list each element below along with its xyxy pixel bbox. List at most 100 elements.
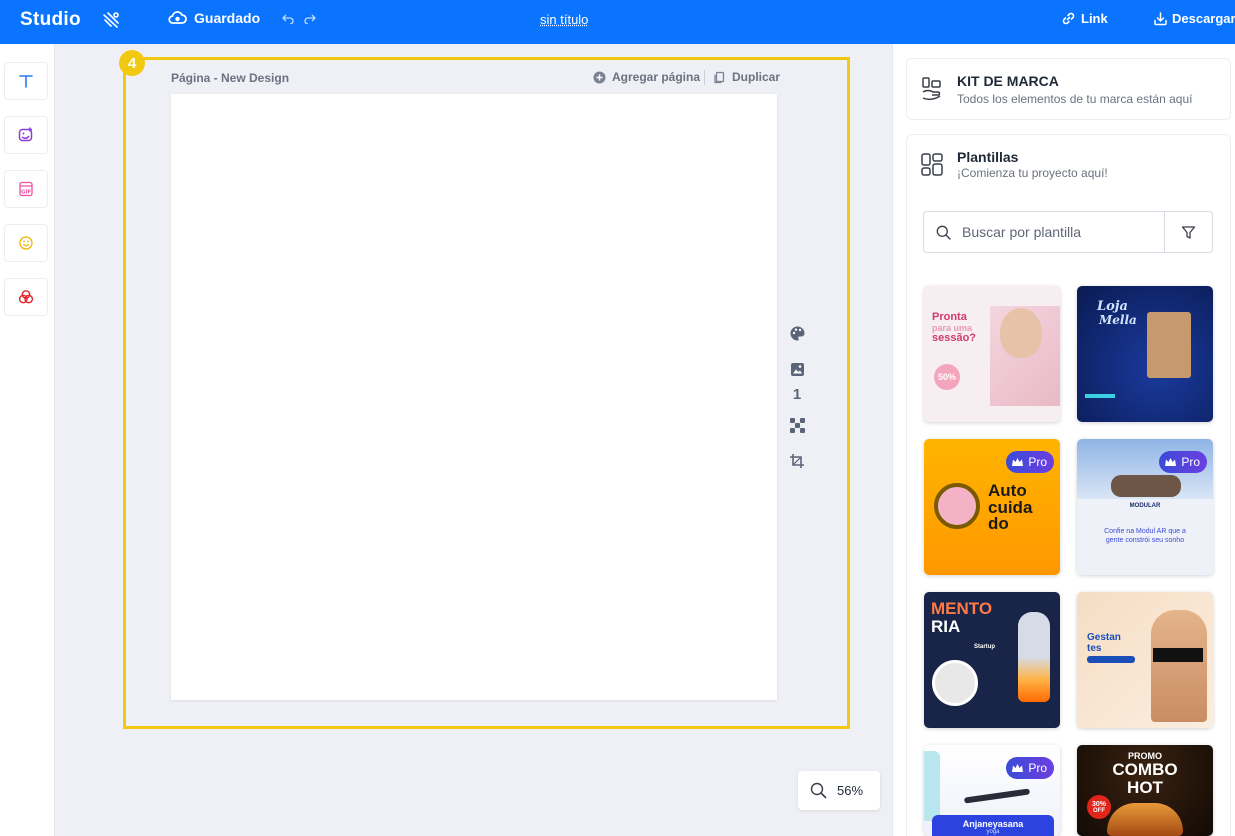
image-tool-button[interactable] <box>4 116 48 154</box>
template-text: MODULAR <box>1077 503 1213 510</box>
template-thumbnail[interactable]: Auto cuida do Pro <box>924 439 1060 575</box>
template-text: Pronta <box>932 312 967 323</box>
crop-icon <box>789 453 805 469</box>
template-thumbnail[interactable]: MENTO RIA Startup <box>924 592 1060 728</box>
zoom-control[interactable]: 56% <box>798 771 880 810</box>
copy-icon <box>713 71 726 84</box>
redo-icon[interactable] <box>304 12 316 24</box>
cloud-saved-icon <box>168 10 187 26</box>
template-text: COMBO <box>1077 761 1213 779</box>
crown-icon <box>1164 457 1177 467</box>
link-button[interactable]: Link <box>1062 11 1108 26</box>
yoga-figure-shape <box>964 788 1030 803</box>
design-page-canvas[interactable] <box>171 94 777 700</box>
template-text: Anjaneyasana <box>932 819 1054 829</box>
palette-icon <box>789 325 806 342</box>
link-label: Link <box>1081 11 1108 26</box>
pro-badge-label: Pro <box>1028 455 1047 469</box>
document-title[interactable]: sin título <box>540 12 588 27</box>
plus-circle-icon <box>593 71 606 84</box>
discount-badge: 30% OFF <box>1087 795 1111 819</box>
add-page-button[interactable]: Agregar página <box>593 70 700 84</box>
crop-button[interactable] <box>786 450 808 472</box>
right-panel: KIT DE MARCA Todos los elementos de tu m… <box>892 44 1235 836</box>
filter-icon <box>1181 225 1196 240</box>
template-thumbnail[interactable]: Gestan tes <box>1077 592 1213 728</box>
burger-illustration <box>1107 803 1183 836</box>
grid-dots-icon <box>789 417 806 434</box>
arrange-button[interactable] <box>786 414 808 436</box>
background-image-button[interactable] <box>786 358 808 380</box>
left-toolbar: GIF <box>0 44 55 836</box>
brand-kit-card[interactable]: KIT DE MARCA Todos los elementos de tu m… <box>906 58 1231 120</box>
top-garment-shape <box>1153 648 1203 662</box>
template-search <box>923 211 1213 253</box>
template-text: RIA <box>931 618 960 635</box>
page-label[interactable]: Página - New Design <box>171 71 289 85</box>
template-text: OFF <box>1093 808 1105 814</box>
rocket-illustration <box>1018 612 1050 702</box>
template-thumbnail[interactable]: PROMO COMBO HOT 30% OFF <box>1077 745 1213 836</box>
template-text: Startup <box>974 644 995 651</box>
save-status[interactable]: Guardado <box>168 10 260 26</box>
templates-subtitle: ¡Comienza tu proyecto aquí! <box>957 166 1108 180</box>
download-button[interactable]: Descargar <box>1153 11 1235 26</box>
crown-icon <box>1011 763 1024 773</box>
text-tool-button[interactable] <box>4 62 48 100</box>
pro-badge: Pro <box>1006 451 1054 473</box>
pro-badge: Pro <box>1159 451 1207 473</box>
paper-bag-shape <box>1147 312 1191 378</box>
pro-badge-label: Pro <box>1028 761 1047 775</box>
emoji-icon <box>18 235 34 251</box>
template-filter-button[interactable] <box>1164 212 1212 252</box>
template-text: Confie na Modul AR que a <box>1077 527 1213 536</box>
link-icon <box>1062 12 1075 25</box>
magic-wand-icon[interactable] <box>101 10 121 30</box>
template-thumbnail[interactable]: Loja Mella <box>1077 286 1213 422</box>
model-photo <box>1151 610 1207 722</box>
template-text: tes <box>1087 643 1101 654</box>
template-text: do <box>988 516 1009 532</box>
save-status-label: Guardado <box>194 10 260 26</box>
template-text: gente constrói seu sonho <box>1077 536 1213 545</box>
top-bar: Studio Guardado sin título Link Descarga… <box>0 0 1235 44</box>
image-sticker-icon <box>17 126 35 144</box>
template-text: Auto <box>988 483 1027 499</box>
undo-redo-group <box>282 12 316 24</box>
template-thumbnail[interactable]: MODULAR Confie na Modul AR que a gente c… <box>1077 439 1213 575</box>
template-text: 50% <box>934 364 960 390</box>
undo-icon[interactable] <box>282 12 294 24</box>
image-icon <box>790 362 805 377</box>
shapes-icon <box>17 288 35 306</box>
templates-title: Plantillas <box>957 149 1018 165</box>
brand-kit-icon <box>921 76 943 104</box>
background-color-button[interactable] <box>786 322 808 344</box>
crown-icon <box>1011 457 1024 467</box>
brand-logo[interactable]: Studio <box>20 9 81 31</box>
divider <box>704 70 705 85</box>
templates-icon <box>921 153 944 176</box>
emoji-tool-button[interactable] <box>4 224 48 262</box>
zoom-value: 56% <box>837 783 863 798</box>
template-text: yoga <box>932 829 1054 836</box>
gif-tool-button[interactable]: GIF <box>4 170 48 208</box>
template-text: 30% <box>1092 801 1106 808</box>
template-text: Loja <box>1097 300 1128 313</box>
pro-badge: Pro <box>1006 757 1054 779</box>
page-number: 1 <box>786 386 808 403</box>
avatar-photo <box>932 660 978 706</box>
face-shape <box>1000 308 1042 358</box>
shapes-tool-button[interactable] <box>4 278 48 316</box>
accent-shape <box>1085 394 1115 398</box>
duplicate-label: Duplicar <box>732 70 780 84</box>
search-icon <box>936 225 951 240</box>
zoom-icon <box>810 782 827 799</box>
template-thumbnail[interactable]: Pronta para uma sessão? 50% <box>924 286 1060 422</box>
template-search-input[interactable] <box>962 212 1162 252</box>
svg-text:GIF: GIF <box>21 190 32 196</box>
brain-illustration <box>934 483 980 529</box>
add-page-label: Agregar página <box>612 70 700 84</box>
template-thumbnail[interactable]: Anjaneyasana yoga Pro <box>924 745 1060 836</box>
pro-badge-label: Pro <box>1181 455 1200 469</box>
duplicate-button[interactable]: Duplicar <box>713 70 780 84</box>
